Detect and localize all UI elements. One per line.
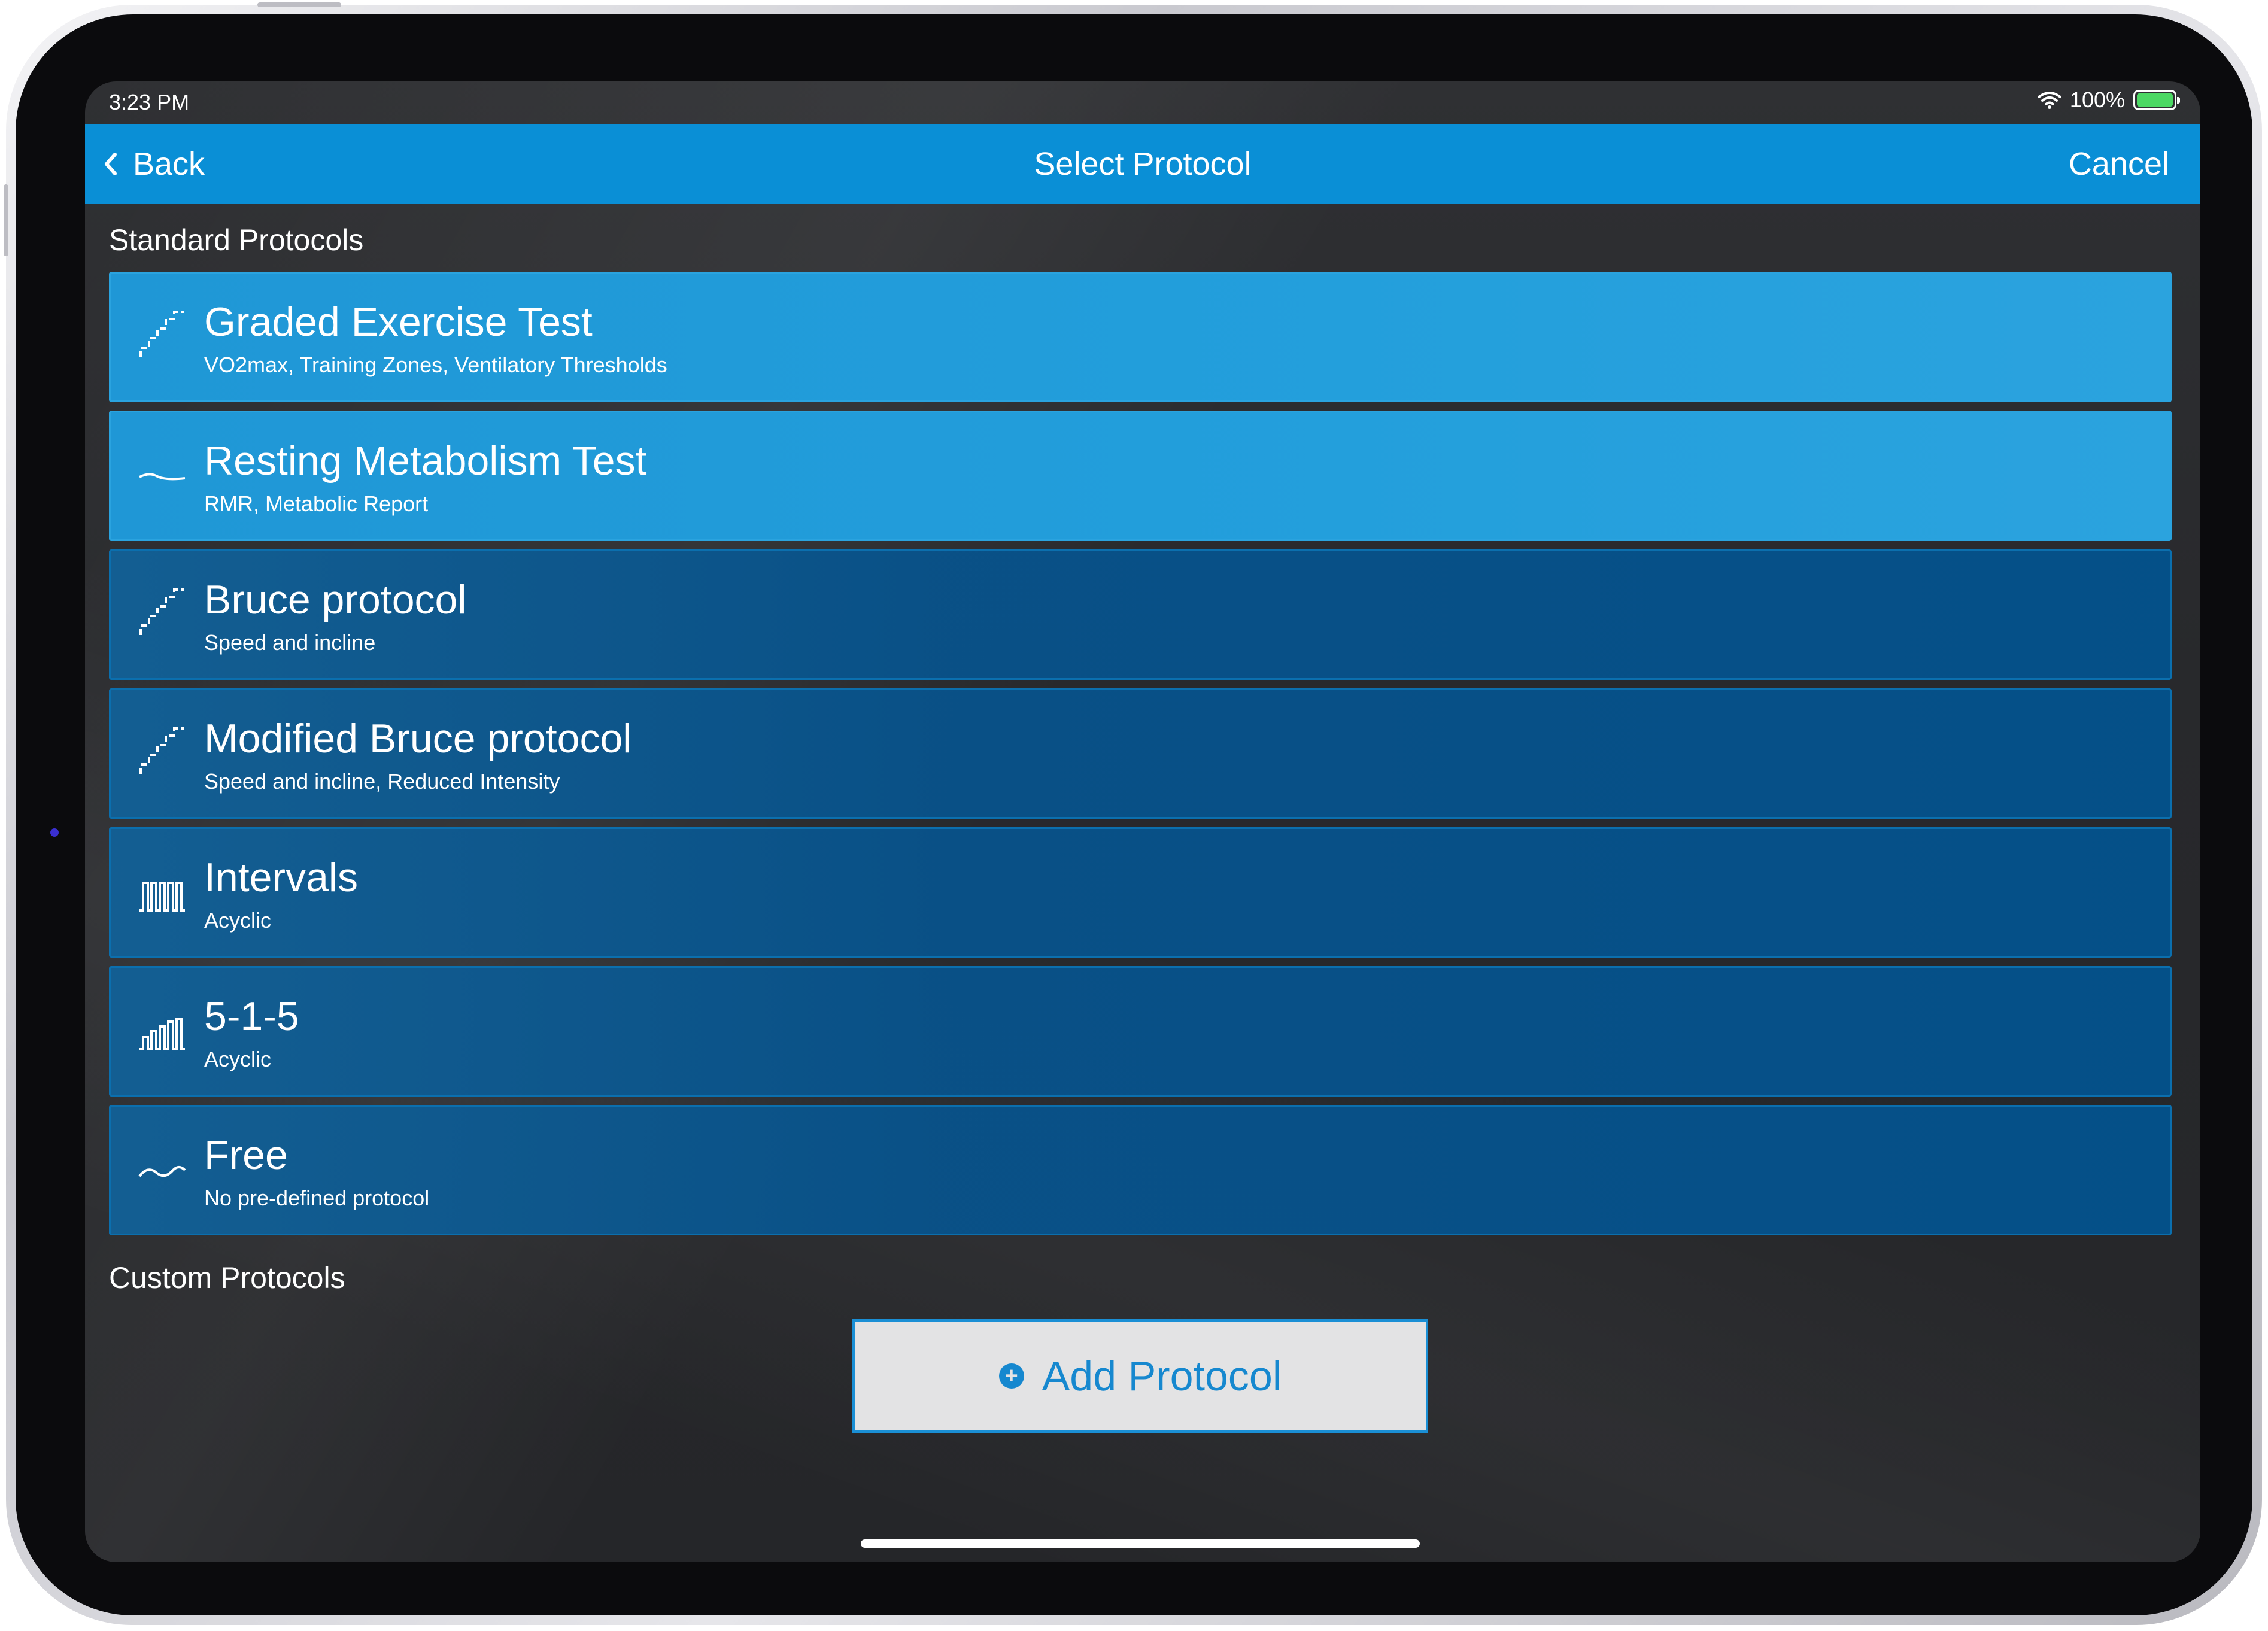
protocol-subtitle: VO2max, Training Zones, Ventilatory Thre… bbox=[204, 353, 667, 377]
protocol-row-5-1-5[interactable]: 5-1-5 Acyclic bbox=[109, 966, 2172, 1097]
flat-curve-icon bbox=[139, 473, 186, 481]
protocol-subtitle: RMR, Metabolic Report bbox=[204, 491, 429, 516]
protocol-subtitle: Speed and incline, Reduced Intensity bbox=[204, 769, 560, 794]
status-time: 3:23 PM bbox=[109, 90, 190, 114]
battery-percent: 100% bbox=[2069, 87, 2125, 112]
stairs-icon bbox=[139, 588, 184, 635]
protocol-title: 5-1-5 bbox=[204, 994, 299, 1039]
wave-icon bbox=[138, 1166, 186, 1177]
home-indicator[interactable] bbox=[861, 1539, 1420, 1548]
protocol-row-bruce-protocol[interactable]: Bruce protocol Speed and incline bbox=[109, 549, 2172, 680]
battery-icon bbox=[2133, 90, 2180, 110]
protocol-title: Bruce protocol bbox=[204, 577, 467, 622]
protocol-subtitle: Acyclic bbox=[204, 1047, 272, 1071]
stairs-icon bbox=[139, 311, 184, 357]
protocol-row-modified-bruce-protocol[interactable]: Modified Bruce protocol Speed and inclin… bbox=[109, 688, 2172, 819]
battery-level bbox=[2137, 93, 2173, 107]
status-indicators: 100% bbox=[2037, 87, 2180, 113]
protocol-row-free[interactable]: Free No pre-defined protocol bbox=[109, 1105, 2172, 1235]
protocol-title: Free bbox=[204, 1132, 288, 1178]
protocol-row-resting-metabolism-test[interactable]: Resting Metabolism Test RMR, Metabolic R… bbox=[109, 411, 2172, 541]
add-protocol-label: Add Protocol bbox=[1042, 1353, 1282, 1399]
standard-protocol-list: Graded Exercise Test VO2max, Training Zo… bbox=[109, 272, 2172, 1244]
page-title: Select Protocol bbox=[1034, 146, 1252, 182]
protocol-row-intervals[interactable]: Intervals Acyclic bbox=[109, 827, 2172, 958]
cancel-button[interactable]: Cancel bbox=[2069, 124, 2169, 204]
protocol-title: Resting Metabolism Test bbox=[204, 438, 647, 484]
protocol-title: Modified Bruce protocol bbox=[204, 716, 632, 761]
volume-button bbox=[4, 184, 8, 256]
protocol-row-graded-exercise-test[interactable]: Graded Exercise Test VO2max, Training Zo… bbox=[109, 272, 2172, 402]
stairs-icon bbox=[139, 727, 184, 774]
status-bar: 3:23 PM 100% bbox=[85, 81, 2200, 123]
protocol-title: Graded Exercise Test bbox=[204, 299, 593, 345]
add-protocol-button[interactable]: + Add Protocol bbox=[852, 1319, 1428, 1433]
camera-icon bbox=[50, 828, 59, 837]
standard-protocols-heading: Standard Protocols bbox=[109, 223, 364, 257]
tablet-device-frame: 3:23 PM 100% Back Select Protocol Cancel… bbox=[4, 2, 2262, 1625]
top-button bbox=[257, 2, 341, 7]
battery-cap bbox=[2177, 97, 2180, 104]
protocol-subtitle: No pre-defined protocol bbox=[204, 1186, 430, 1210]
interval-bars-icon bbox=[139, 1018, 185, 1050]
protocol-subtitle: Speed and incline bbox=[204, 630, 376, 655]
protocol-title: Intervals bbox=[204, 855, 358, 900]
custom-protocols-heading: Custom Protocols bbox=[109, 1261, 345, 1295]
wifi-icon bbox=[2037, 92, 2061, 109]
protocol-subtitle: Acyclic bbox=[204, 908, 272, 933]
navigation-bar: Back Select Protocol Cancel bbox=[85, 124, 2200, 204]
intervals-icon bbox=[139, 882, 185, 912]
app-screen: 3:23 PM 100% Back Select Protocol Cancel… bbox=[85, 81, 2200, 1562]
plus-circle-icon: + bbox=[998, 1363, 1024, 1389]
